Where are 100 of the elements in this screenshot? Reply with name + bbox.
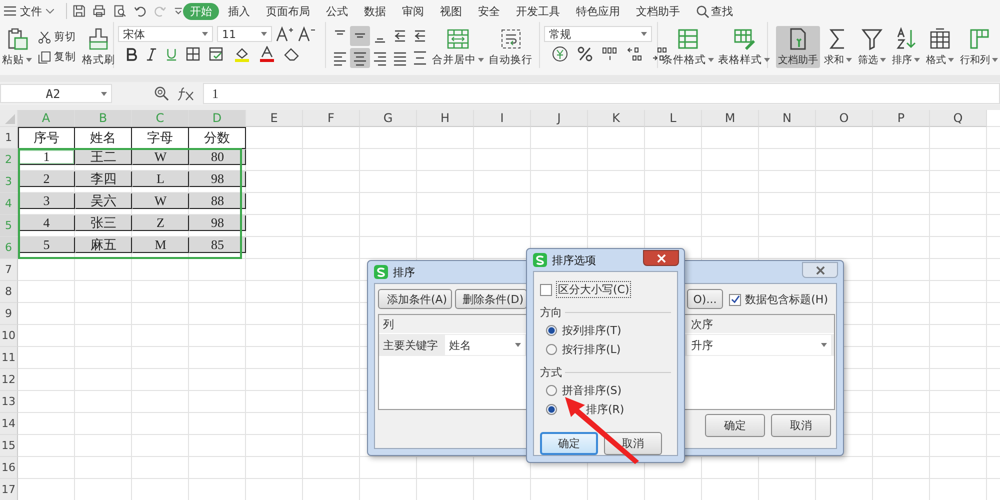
column-header[interactable]: Q [930, 110, 987, 127]
underline-icon[interactable] [166, 48, 177, 60]
italic-icon[interactable] [146, 48, 157, 60]
ribbon-tab[interactable]: 页面布局 [259, 2, 317, 20]
decrease-font-size-icon[interactable] [298, 26, 316, 42]
checkbox[interactable] [729, 294, 742, 306]
row-header[interactable]: 15 [0, 435, 18, 457]
row-header[interactable]: 10 [0, 325, 18, 347]
styles-button[interactable]: 表格样式 [718, 26, 770, 68]
add-condition-button[interactable]: 添加条件(A) [378, 289, 452, 309]
thousands-separator-icon[interactable] [602, 46, 618, 62]
options-button[interactable]: O)... [687, 289, 723, 309]
column-header[interactable]: N [759, 110, 816, 127]
ribbon-tab[interactable]: 视图 [433, 2, 469, 20]
row-header[interactable]: 11 [0, 347, 18, 369]
ribbon-tab[interactable]: 数据 [357, 2, 393, 20]
ok-button[interactable]: 确定 [705, 414, 765, 437]
horizontal-align-icon[interactable] [350, 48, 370, 68]
increase-decimal-icon[interactable] [627, 46, 643, 62]
row-header[interactable]: 17 [0, 479, 18, 500]
name-box[interactable]: A2 [0, 84, 112, 103]
delete-condition-button[interactable]: 删除条件(D) [455, 289, 527, 309]
toolbar-button[interactable]: 行和列 [958, 26, 1000, 68]
row-header[interactable]: 12 [0, 369, 18, 391]
radio-option[interactable]: 按行排序(L) [540, 342, 671, 358]
ribbon-tab[interactable]: 审阅 [395, 2, 431, 20]
radio-button[interactable] [546, 404, 557, 415]
row-header[interactable]: 9 [0, 303, 18, 325]
column-header[interactable]: M [702, 110, 759, 127]
ok-button[interactable]: 确定 [540, 432, 598, 455]
column-header[interactable]: L [645, 110, 702, 127]
ribbon-tab[interactable]: 开发工具 [509, 2, 567, 20]
column-header[interactable]: O [816, 110, 873, 127]
toolbar-button[interactable]: 求和 [822, 26, 854, 68]
merge-center-button[interactable]: 合并居中 [432, 26, 484, 68]
toolbar-button[interactable]: 筛选 [856, 26, 888, 68]
group-label: 方式 [540, 364, 562, 380]
order-dropdown[interactable]: 升序 [687, 335, 831, 355]
borders-icon[interactable] [186, 47, 200, 61]
increase-font-size-icon[interactable] [276, 26, 294, 42]
column-header[interactable]: E [246, 110, 303, 127]
ribbon-tab[interactable]: 公式 [319, 2, 355, 20]
column-header[interactable]: F [303, 110, 360, 127]
zoom-icon[interactable] [154, 86, 169, 101]
wrap-text-button[interactable]: 自动换行 [486, 26, 535, 68]
radio-option[interactable]: 拼音排序(S) [540, 382, 671, 398]
bold-icon[interactable] [126, 48, 137, 60]
header-checkbox[interactable]: 数据包含标题(H) [729, 292, 828, 307]
fill-color-icon[interactable] [234, 46, 250, 62]
undo-icon[interactable] [134, 4, 146, 18]
radio-button[interactable] [546, 325, 557, 336]
cell-style-icon[interactable] [209, 47, 225, 61]
print-preview-icon[interactable] [114, 4, 126, 18]
format-painter-button[interactable]: 格式刷 [80, 26, 117, 68]
row-header[interactable]: 16 [0, 457, 18, 479]
column-header[interactable]: P [873, 110, 930, 127]
styles-button[interactable]: 条件格式 [662, 26, 714, 68]
paste-button[interactable]: 粘贴 [0, 26, 34, 68]
column-header[interactable]: G [360, 110, 417, 127]
radio-button[interactable] [546, 344, 557, 356]
customize-icon[interactable] [174, 6, 183, 16]
radio-option[interactable]: 排序(R) [540, 401, 671, 417]
print-icon[interactable] [93, 4, 106, 18]
ribbon-tab[interactable]: 文档助手 [629, 2, 687, 20]
font-color-icon[interactable] [259, 46, 275, 62]
row-header[interactable]: 14 [0, 413, 18, 435]
copy-button[interactable]: 复制 [38, 50, 76, 64]
save-icon[interactable] [73, 4, 86, 18]
radio-option[interactable]: 按列排序(T) [540, 323, 671, 339]
checkbox[interactable] [540, 284, 552, 296]
function-icon[interactable] [177, 86, 195, 100]
cancel-button[interactable]: 取消 [771, 414, 831, 437]
font-name-dropdown[interactable]: 宋体 [118, 26, 213, 42]
table-cell: 4 [18, 215, 75, 231]
file-menu[interactable]: 文件 [0, 4, 60, 18]
column-header[interactable]: J [531, 110, 588, 127]
number-format-dropdown[interactable]: 常规 [544, 26, 652, 42]
toolbar-button[interactable]: 排序 [890, 26, 922, 68]
percent-icon[interactable] [577, 46, 593, 62]
font-size-dropdown[interactable]: 11 [217, 26, 272, 42]
row-header[interactable]: 7 [0, 259, 18, 281]
key-dropdown[interactable]: 姓名 [445, 335, 525, 355]
column-header[interactable]: I [474, 110, 531, 127]
ribbon-tab[interactable]: 插入 [221, 2, 257, 20]
currency-icon[interactable] [552, 46, 568, 62]
row-header[interactable]: 13 [0, 391, 18, 413]
toolbar-button[interactable]: 格式 [924, 26, 956, 68]
eraser-icon[interactable] [284, 47, 300, 61]
search-tab[interactable]: 查找 [689, 2, 740, 20]
formula-input[interactable]: 1 [203, 83, 1000, 104]
column-header[interactable]: K [588, 110, 645, 127]
ribbon-tab[interactable]: 安全 [471, 2, 507, 20]
row-header[interactable]: 8 [0, 281, 18, 303]
cut-button[interactable]: 剪切 [38, 30, 76, 44]
close-button[interactable] [643, 250, 679, 266]
ribbon-tab[interactable]: 特色应用 [569, 2, 627, 20]
row-header[interactable]: 1 [0, 127, 18, 149]
column-header[interactable]: H [417, 110, 474, 127]
radio-button[interactable] [546, 384, 557, 396]
toolbar-button[interactable]: 文档助手 [776, 26, 820, 68]
